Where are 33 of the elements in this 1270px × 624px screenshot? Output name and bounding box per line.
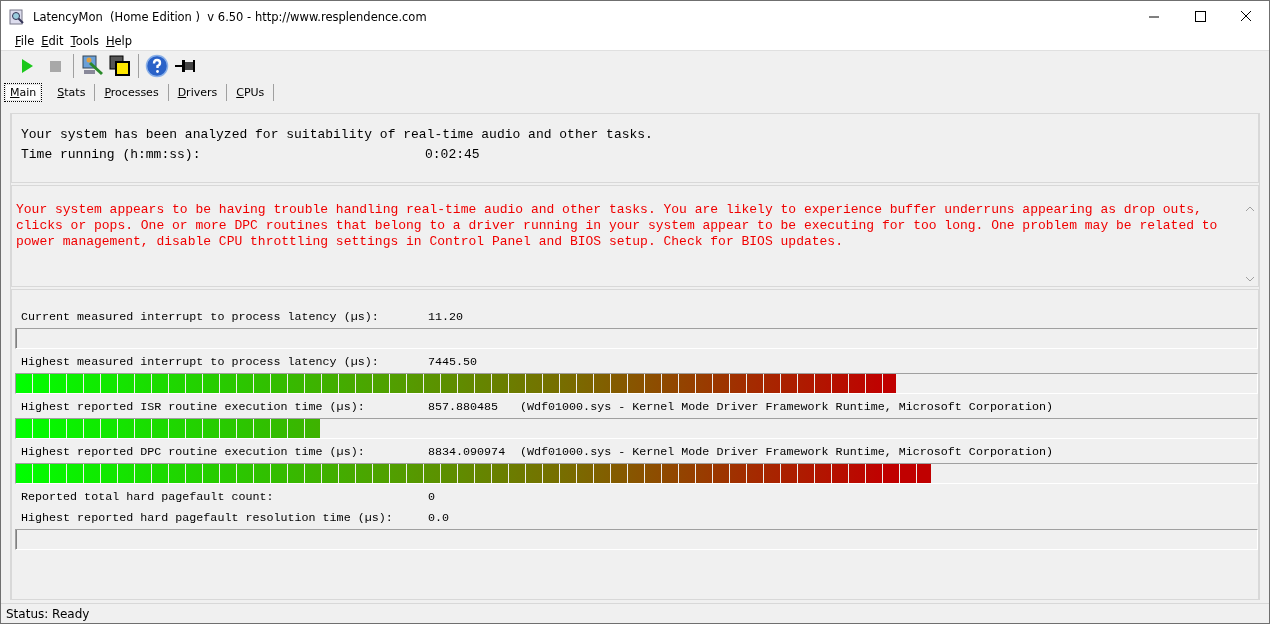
- menu-item[interactable]: File: [13, 34, 40, 48]
- metric-value: 0: [428, 489, 436, 504]
- window-title: LatencyMon (Home Edition ) v 6.50 - http://www.resplendence.com: [33, 9, 428, 24]
- metric-detail: (Wdf01000.sys - Kernel Mode Driver Framework Runtime, Microsoft Corporation): [520, 444, 1054, 459]
- metric-value: 11.20: [428, 309, 465, 324]
- time-value: 0:02:45: [425, 147, 480, 162]
- metric-label: Highest reported ISR routine execution time (µs):: [21, 399, 366, 414]
- metric-label: Highest measured interrupt to process latency (µs):: [21, 354, 380, 369]
- menu-item[interactable]: Tools: [68, 34, 104, 48]
- metric-label: Current measured interrupt to process latency (µs):: [21, 309, 380, 324]
- metric-detail: (Wdf01000.sys - Kernel Mode Driver Framework Runtime, Microsoft Corporation): [520, 399, 1054, 414]
- metric-value: 857.880485: [428, 399, 500, 414]
- summary-text: Your system has been analyzed for suitability of real-time audio and other tasks.: [21, 127, 654, 142]
- time-label: Time running (h:mm:ss):: [21, 147, 202, 162]
- metric-value: 7445.50: [428, 354, 479, 369]
- metric-label: Highest reported hard pagefault resolution time (µs):: [21, 510, 394, 525]
- metric-value: 0.0: [428, 510, 451, 525]
- menu-item[interactable]: Edit: [39, 34, 69, 48]
- metric-label: Reported total hard pagefault count:: [21, 489, 275, 504]
- tab[interactable]: Stats: [48, 83, 96, 101]
- windows-icon[interactable]: [108, 54, 132, 78]
- tab[interactable]: Processes: [95, 83, 169, 101]
- status-text: Status: Ready: [1, 603, 1269, 623]
- monitor-icon[interactable]: [80, 54, 104, 78]
- tab[interactable]: Drivers: [168, 83, 228, 101]
- help-icon[interactable]: [145, 54, 169, 78]
- metric-value: 8834.090974: [428, 444, 507, 459]
- tab[interactable]: CPUs: [227, 83, 275, 101]
- app-icon: [9, 8, 25, 25]
- metric-label: Highest reported DPC routine execution time (µs):: [21, 444, 366, 459]
- warning-text: Your system appears to be having trouble handling real-time audio and other tasks. You are likely to experience buffer underruns appearing as drop outs, clicks or pops. One or more DPC routines that belong to a driver running in your system appear to be executing for too long. One problem may be related to power management, disable CPU throttling settings in Control Panel and BIOS setup. Check for BIOS updates.: [15, 201, 1219, 251]
- tab[interactable]: Main: [4, 82, 43, 102]
- menu-item[interactable]: Help: [103, 34, 138, 48]
